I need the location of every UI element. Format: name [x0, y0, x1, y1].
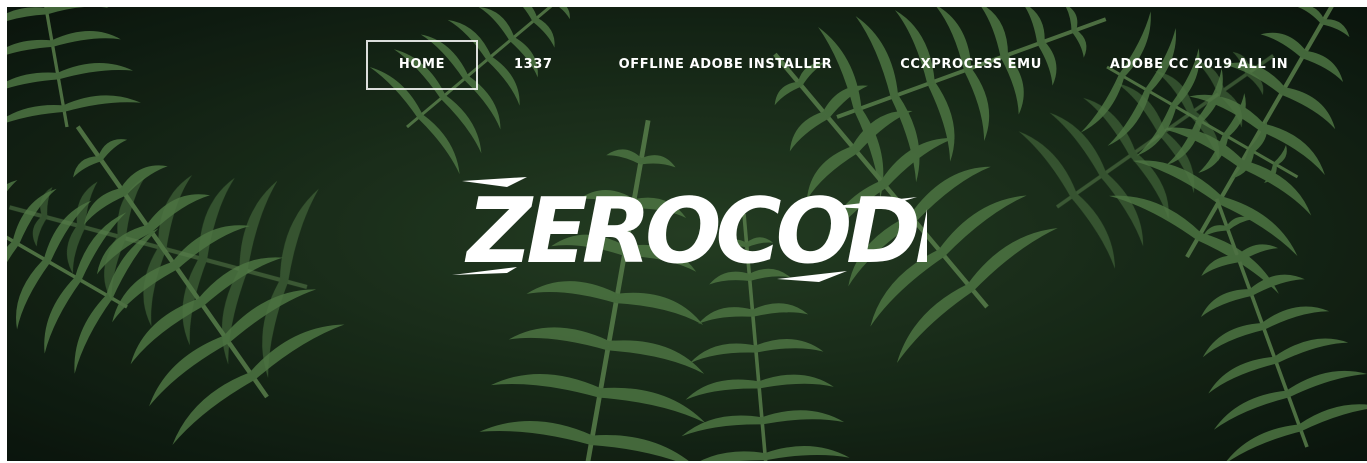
nav-item-adobe-cc-2019[interactable]: ADOBE CC 2019 ALL IN — [1084, 40, 1314, 90]
logo-text: ZEROCODE — [464, 179, 927, 284]
nav-item-offline-adobe-installer[interactable]: OFFLINE ADOBE INSTALLER — [593, 40, 859, 90]
site-logo[interactable]: ZEROCODE — [447, 167, 927, 297]
main-nav: HOME 1337 OFFLINE ADOBE INSTALLER CCXPRO… — [366, 39, 1314, 91]
nav-item-ccxprocess-emu[interactable]: CCXPROCESS EMU — [874, 40, 1068, 90]
nav-item-home[interactable]: HOME — [366, 40, 478, 90]
header-banner: HOME 1337 OFFLINE ADOBE INSTALLER CCXPRO… — [7, 7, 1367, 461]
nav-item-1337[interactable]: 1337 — [488, 40, 579, 90]
